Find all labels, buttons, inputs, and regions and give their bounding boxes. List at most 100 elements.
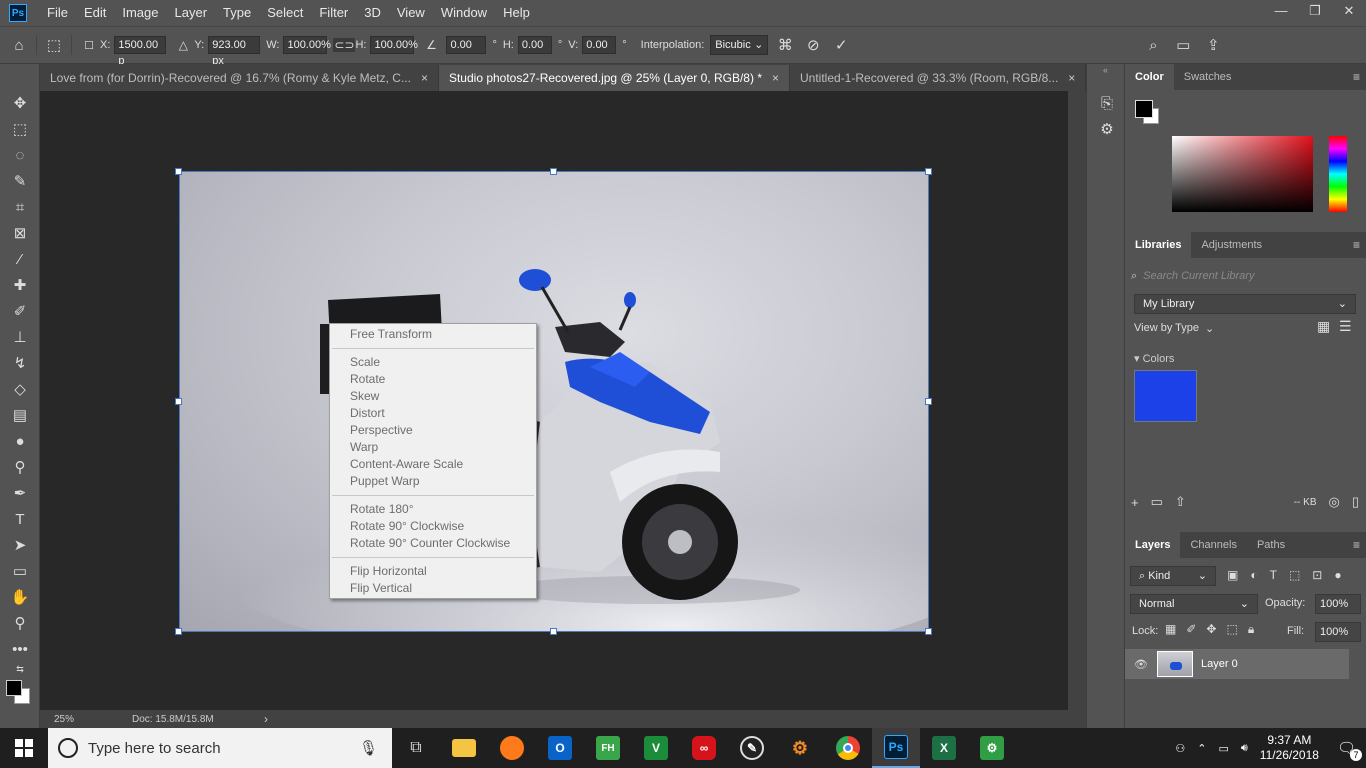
tab-studio-photos[interactable]: Studio photos27-Recovered.jpg @ 25% (Lay… — [438, 65, 790, 91]
microphone-icon[interactable]: 🎙︎ — [359, 739, 378, 757]
creative-cloud-icon[interactable]: ◎ — [1329, 494, 1340, 510]
minimize-button[interactable]: — — [1264, 0, 1298, 22]
zoom-tool-icon[interactable]: ⚲ — [0, 610, 40, 636]
lasso-tool-icon[interactable]: ◌ — [0, 142, 40, 168]
green-gear-app-icon[interactable]: ⚙ — [968, 728, 1016, 768]
fill-input[interactable]: 100% — [1315, 622, 1361, 642]
transform-handle[interactable] — [175, 398, 182, 405]
menu-item-distort[interactable]: Distort — [330, 405, 536, 422]
type-filter-icon[interactable]: T — [1270, 568, 1277, 582]
eyedropper-tool-icon[interactable]: ⁄ — [0, 246, 40, 272]
library-search[interactable]: ⌕ Search Current Library — [1131, 266, 1359, 286]
eye-icon[interactable]: 👁︎ — [1125, 658, 1157, 671]
menu-image[interactable]: Image — [114, 0, 166, 26]
menu-type[interactable]: Type — [215, 0, 259, 26]
layer-name[interactable]: Layer 0 — [1201, 658, 1238, 670]
search-icon[interactable]: ⌕ — [1142, 37, 1164, 54]
tab-color[interactable]: Color — [1125, 64, 1174, 90]
lock-paint-icon[interactable]: ✐ — [1186, 622, 1196, 637]
healing-brush-tool-icon[interactable]: ✚ — [0, 272, 40, 298]
vertical-scrollbar[interactable] — [1068, 91, 1086, 710]
menu-help[interactable]: Help — [495, 0, 538, 26]
show-hidden-icons[interactable]: ⌃ — [1197, 742, 1206, 755]
interpolation-select[interactable]: Bicubic ⌄ — [710, 35, 769, 55]
blur-tool-icon[interactable]: ● — [0, 428, 40, 454]
pixel-filter-icon[interactable]: ▣ — [1227, 568, 1238, 582]
zoom-level[interactable]: 25% — [54, 714, 132, 725]
library-search-input[interactable]: Search Current Library — [1143, 270, 1254, 282]
taskbar-search[interactable]: Type here to search 🎙︎ — [48, 728, 392, 768]
trash-icon[interactable]: ▯ — [1352, 494, 1359, 510]
creative-cloud-icon[interactable]: ∞ — [680, 728, 728, 768]
rectangle-tool-icon[interactable]: ▭ — [0, 558, 40, 584]
menu-filter[interactable]: Filter — [311, 0, 356, 26]
tab-adjustments[interactable]: Adjustments — [1191, 232, 1272, 258]
tab-channels[interactable]: Channels — [1180, 532, 1246, 558]
close-button[interactable]: ✕ — [1332, 0, 1366, 22]
menu-window[interactable]: Window — [433, 0, 495, 26]
relative-position-icon[interactable]: △ — [172, 38, 194, 52]
menu-file[interactable]: File — [39, 0, 76, 26]
tab-swatches[interactable]: Swatches — [1174, 64, 1242, 90]
close-icon[interactable]: × — [772, 65, 779, 91]
firefox-icon[interactable] — [488, 728, 536, 768]
transform-preset-icon[interactable]: ⬚ — [43, 36, 65, 54]
dodge-tool-icon[interactable]: ⚲ — [0, 454, 40, 480]
color-swatches[interactable] — [0, 676, 39, 706]
panel-menu-icon[interactable]: ≡ — [1353, 70, 1360, 84]
link-icon[interactable]: ⊂⊃ — [333, 38, 356, 52]
foreground-color-swatch[interactable] — [6, 680, 22, 696]
menu-edit[interactable]: Edit — [76, 0, 114, 26]
cancel-transform-icon[interactable]: ⊘ — [802, 36, 824, 54]
menu-item-rotate[interactable]: Rotate — [330, 371, 536, 388]
hue-slider[interactable] — [1329, 136, 1347, 212]
list-view-icon[interactable]: ☰ — [1339, 318, 1352, 335]
tab-libraries[interactable]: Libraries — [1125, 232, 1192, 258]
share-icon[interactable]: ⇪ — [1202, 36, 1224, 54]
menu-item-skew[interactable]: Skew — [330, 388, 536, 405]
start-button[interactable] — [0, 728, 48, 768]
menu-item-rotate-90-ccw[interactable]: Rotate 90° Counter Clockwise — [330, 535, 536, 552]
menu-item-free-transform[interactable]: Free Transform — [330, 326, 536, 343]
menu-item-rotate-90-cw[interactable]: Rotate 90° Clockwise — [330, 518, 536, 535]
lock-position-icon[interactable]: ✥ — [1206, 622, 1216, 637]
reference-point-icon[interactable]: ☐ — [78, 39, 100, 52]
menu-item-flip-horizontal[interactable]: Flip Horizontal — [330, 563, 536, 580]
transform-handle[interactable] — [925, 628, 932, 635]
people-icon[interactable]: ⚇ — [1175, 742, 1185, 755]
volume-icon[interactable]: 🔊︎ — [1241, 742, 1248, 755]
menu-item-perspective[interactable]: Perspective — [330, 422, 536, 439]
menu-item-puppet-warp[interactable]: Puppet Warp — [330, 473, 536, 490]
panel-menu-icon[interactable]: ≡ — [1353, 538, 1360, 552]
move-tool-icon[interactable]: ✥ — [0, 90, 40, 116]
document-image[interactable] — [179, 171, 929, 632]
menu-select[interactable]: Select — [259, 0, 311, 26]
menu-3d[interactable]: 3D — [356, 0, 389, 26]
status-menu-arrow[interactable]: › — [264, 712, 268, 726]
tab-love-from[interactable]: Love from (for Dorrin)-Recovered @ 16.7%… — [40, 65, 439, 91]
task-view-icon[interactable]: ⧉ — [392, 728, 440, 768]
transform-handle[interactable] — [925, 398, 932, 405]
action-center-icon[interactable]: 🗨︎ 7 — [1337, 739, 1362, 761]
mixed-app-icon[interactable]: ✎ — [728, 728, 776, 768]
restore-button[interactable]: ❐ — [1298, 0, 1332, 22]
hand-tool-icon[interactable]: ✋ — [0, 584, 40, 610]
angle-input[interactable]: 0.00 — [446, 36, 487, 54]
upload-icon[interactable]: ⇧ — [1175, 494, 1186, 510]
shape-filter-icon[interactable]: ⬚ — [1289, 568, 1300, 582]
x-input[interactable]: 1500.00 p — [114, 36, 167, 67]
height-input[interactable]: 100.00% — [370, 36, 418, 54]
hskew-input[interactable]: 0.00 — [517, 36, 552, 54]
menu-view[interactable]: View — [389, 0, 433, 26]
transform-handle[interactable] — [550, 168, 557, 175]
color-field[interactable] — [1172, 136, 1313, 212]
vectorworks-icon[interactable]: V — [632, 728, 680, 768]
pen-tool-icon[interactable]: ✒ — [0, 480, 40, 506]
swap-colors-icon[interactable]: ⇆ — [0, 662, 40, 676]
close-icon[interactable]: × — [1068, 65, 1075, 91]
vskew-input[interactable]: 0.00 — [582, 36, 617, 54]
lock-transparency-icon[interactable]: ▦ — [1165, 622, 1176, 637]
tab-untitled[interactable]: Untitled-1-Recovered @ 33.3% (Room, RGB/… — [790, 65, 1087, 91]
lock-artboard-icon[interactable]: ⬚ — [1226, 622, 1237, 637]
transform-handle[interactable] — [550, 628, 557, 635]
